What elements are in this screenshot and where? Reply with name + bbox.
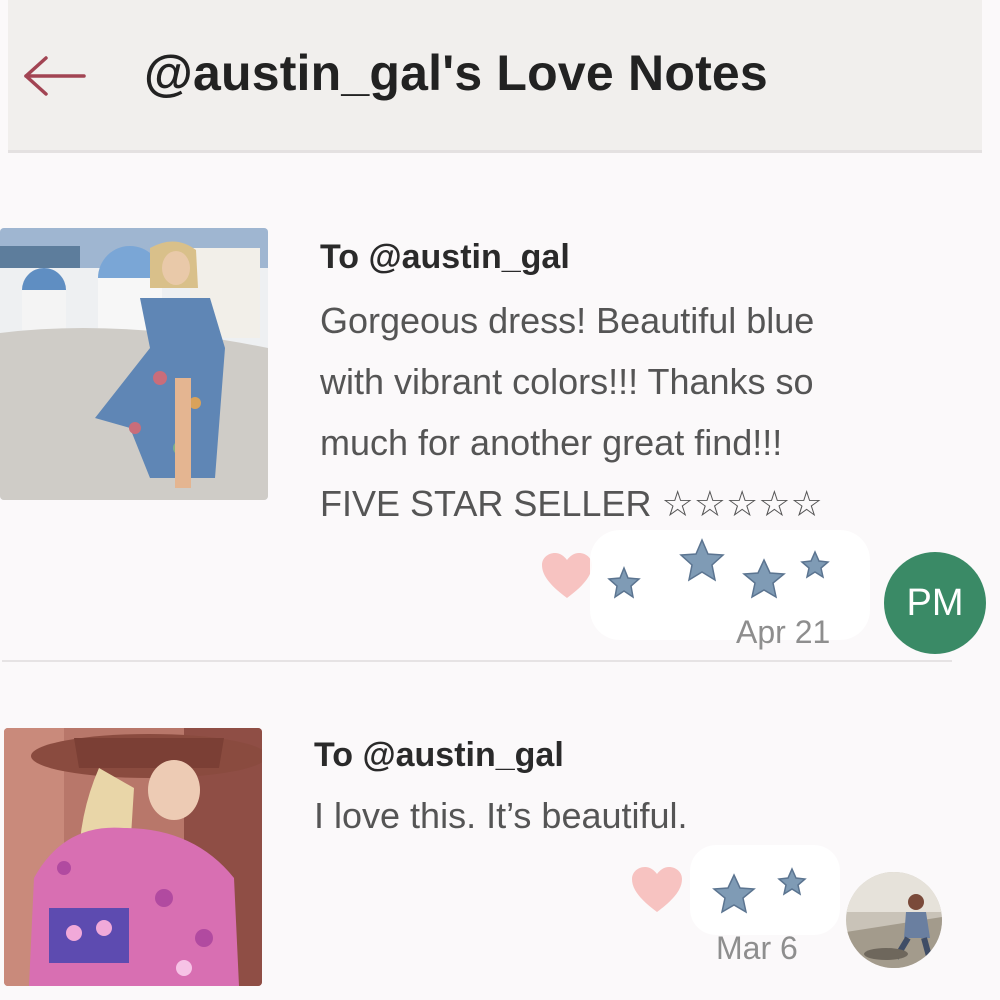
sender-avatar[interactable] [846,872,942,968]
arrow-left-icon [24,56,86,96]
heart-icon [542,553,592,598]
dress-photo-image [0,228,268,500]
heart-icon [632,867,682,912]
listing-thumbnail[interactable] [4,728,262,986]
note-recipient: To @austin_gal [320,238,570,276]
note-divider [2,660,952,662]
star-stamps [690,845,840,935]
app-header: @austin_gal's Love Notes [8,0,982,153]
note-date: Apr 21 [736,614,831,650]
like-button[interactable] [540,552,594,605]
note-recipient: To @austin_gal [314,736,564,774]
listing-thumbnail[interactable] [0,228,268,500]
like-button[interactable] [630,866,684,919]
note-message: Gorgeous dress! Beautiful blue with vibr… [320,300,823,524]
kimono-photo-image [4,728,262,986]
note-date: Mar 6 [716,930,798,966]
back-button[interactable] [20,46,90,106]
note-message: I love this. It’s beautiful. [314,795,688,836]
page-title: @austin_gal's Love Notes [144,45,768,101]
profile-photo-image [846,872,942,968]
sender-avatar[interactable]: PM [884,552,986,654]
